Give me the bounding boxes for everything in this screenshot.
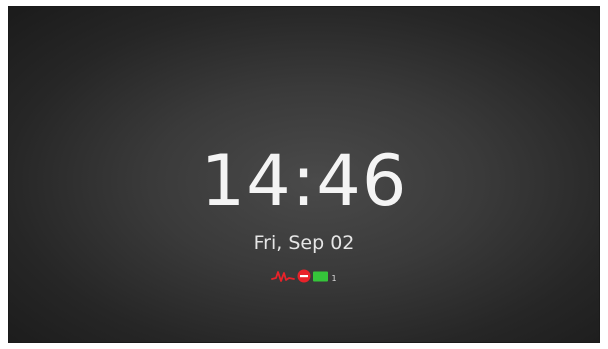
do-not-disturb-icon [297, 269, 311, 283]
battery-icon [313, 271, 329, 282]
clock-date: Fri, Sep 02 [253, 232, 355, 254]
signal-wave-icon [271, 269, 296, 283]
status-badge: 1 [331, 274, 337, 283]
status-icons: 1 [9, 264, 599, 288]
lock-screen: 14:46 Fri, Sep 02 1 [8, 6, 600, 343]
clock-time: 14:46 [200, 140, 408, 222]
